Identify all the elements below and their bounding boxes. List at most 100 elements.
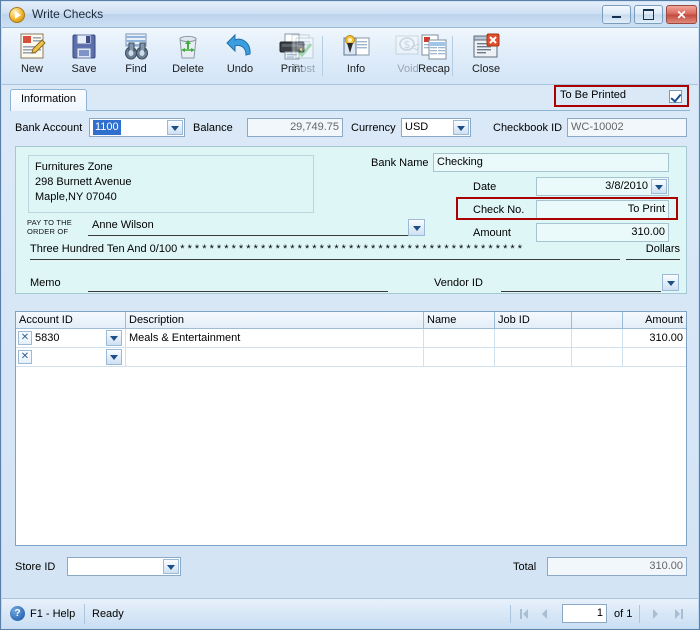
grid-cell-name[interactable] — [424, 348, 495, 366]
chevron-down-icon[interactable] — [453, 120, 469, 135]
payer-citystate: Maple,NY 07040 — [35, 191, 117, 203]
grid-cell-job-id[interactable] — [495, 329, 572, 347]
balance-value: 29,749.75 — [247, 118, 343, 137]
table-row[interactable]: 5830 ✕ Meals & Entertainment 310.00 — [16, 329, 686, 348]
account-id-chevron-down-icon[interactable] — [106, 330, 122, 346]
to-be-printed-checkbox[interactable] — [669, 90, 682, 103]
toolbar-delete-label: Delete — [172, 63, 204, 75]
row-delete-icon[interactable]: ✕ — [18, 331, 32, 345]
grid-col-amount[interactable]: Amount — [623, 312, 686, 328]
minimize-button[interactable] — [602, 5, 631, 24]
post-checkmark-icon — [288, 31, 320, 62]
bank-name-value[interactable]: Checking — [433, 153, 669, 172]
toolbar-close-button[interactable]: Close — [460, 31, 512, 82]
vendor-id-chevron-down-icon[interactable] — [662, 274, 679, 291]
page-number-input[interactable]: 1 — [562, 604, 607, 623]
amount-label: Amount — [473, 227, 511, 239]
toolbar-delete-button[interactable]: Delete — [162, 31, 214, 82]
main-toolbar: New Save Find Delete Undo Print Post Inf… — [2, 28, 698, 85]
toolbar-new-label: New — [20, 63, 43, 75]
check-no-value[interactable]: To Print — [536, 200, 669, 219]
currency-value: USD — [405, 121, 429, 133]
total-value: 310.00 — [547, 557, 687, 576]
toolbar-new-button[interactable]: New — [6, 31, 58, 82]
calendar-chevron-down-icon[interactable] — [651, 179, 667, 194]
write-checks-window: Write Checks ✕ New Save Find Delete Undo… — [0, 0, 700, 630]
help-label[interactable]: F1 - Help — [30, 608, 75, 620]
grid-cell-amount[interactable] — [623, 348, 686, 366]
pager-separator-right — [639, 605, 640, 623]
payee-input[interactable]: Anne Wilson — [88, 219, 408, 236]
grid-cell-blank[interactable] — [572, 348, 623, 366]
grid-col-blank[interactable] — [572, 312, 623, 328]
binoculars-icon — [120, 31, 152, 62]
bank-account-label: Bank Account — [15, 122, 83, 134]
toolbar-close-label: Close — [471, 63, 501, 75]
toolbar-post-button[interactable]: Post — [278, 31, 330, 82]
grid-cell-job-id[interactable] — [495, 348, 572, 366]
toolbar-info-button[interactable]: Info — [330, 31, 382, 82]
last-page-button[interactable] — [670, 606, 687, 622]
close-window-icon — [470, 31, 502, 62]
grid-cell-description[interactable] — [126, 348, 424, 366]
close-button[interactable]: ✕ — [666, 5, 697, 24]
maximize-button[interactable] — [634, 5, 663, 24]
recycle-bin-icon — [172, 31, 204, 62]
grid-col-job-id[interactable]: Job ID — [495, 312, 572, 328]
title-bar: Write Checks ✕ — [2, 2, 698, 28]
toolbar-find-button[interactable]: Find — [110, 31, 162, 82]
floppy-disk-icon — [68, 31, 100, 62]
tab-information[interactable]: Information — [10, 89, 88, 111]
pay-to-line1: PAY TO THE — [27, 218, 72, 227]
memo-input[interactable] — [88, 277, 388, 292]
grid-cell-name[interactable] — [424, 329, 495, 347]
pay-to-line2: ORDER OF — [27, 227, 69, 236]
grid-col-description[interactable]: Description — [126, 312, 424, 328]
payee-chevron-down-icon[interactable] — [408, 219, 425, 236]
toolbar-save-button[interactable]: Save — [58, 31, 110, 82]
bank-account-combo[interactable]: 1100 — [89, 118, 185, 137]
pager-separator-left — [510, 605, 511, 623]
chevron-down-icon[interactable] — [167, 120, 183, 135]
checkbook-id-label: Checkbook ID — [493, 122, 563, 134]
toolbar-undo-button[interactable]: Undo — [214, 31, 266, 82]
grid-cell-amount[interactable]: 310.00 — [623, 329, 686, 347]
undo-arrow-icon — [224, 31, 256, 62]
help-icon[interactable]: ? — [10, 606, 25, 621]
amount-value[interactable]: 310.00 — [536, 223, 669, 242]
play-circle-icon — [9, 7, 25, 23]
next-page-button[interactable] — [647, 606, 664, 622]
pay-to-the-order-of-label: PAY TO THE ORDER OF — [27, 218, 72, 236]
close-icon: ✕ — [676, 7, 687, 22]
row-delete-icon[interactable]: ✕ — [18, 350, 32, 364]
grid-col-account-id[interactable]: Account ID — [16, 312, 126, 328]
window-title: Write Checks — [32, 7, 104, 21]
currency-combo[interactable]: USD — [401, 118, 471, 137]
chevron-down-icon[interactable] — [163, 559, 179, 574]
store-id-label: Store ID — [15, 561, 56, 573]
memo-label: Memo — [30, 277, 61, 289]
toolbar-info-label: Info — [346, 63, 366, 75]
toolbar-save-label: Save — [71, 63, 97, 75]
previous-page-button[interactable] — [536, 606, 553, 622]
grid-header-row: Account ID Description Name Job ID Amoun… — [16, 312, 686, 329]
grid-cell-description[interactable]: Meals & Entertainment — [126, 329, 424, 347]
page-total-label: of 1 — [614, 608, 633, 620]
info-badge-icon — [340, 31, 372, 62]
bank-name-label: Bank Name — [371, 157, 429, 169]
account-id-chevron-down-icon[interactable] — [106, 349, 122, 365]
status-bar: ? F1 - Help Ready 1 of 1 — [2, 598, 698, 629]
store-id-combo[interactable] — [67, 557, 181, 576]
balance-label: Balance — [193, 122, 233, 134]
grid-cell-blank[interactable] — [572, 329, 623, 347]
toolbar-separator-2 — [452, 36, 453, 76]
payer-name: Furnitures Zone — [35, 161, 113, 173]
toolbar-undo-label: Undo — [226, 63, 254, 75]
vendor-id-input[interactable] — [501, 277, 661, 292]
table-row[interactable]: ✕ — [16, 348, 686, 367]
grid-col-name[interactable]: Name — [424, 312, 495, 328]
status-separator — [84, 604, 85, 624]
toolbar-find-label: Find — [125, 63, 147, 75]
first-page-button[interactable] — [516, 606, 533, 622]
date-combo[interactable]: 3/8/2010 — [536, 177, 669, 196]
